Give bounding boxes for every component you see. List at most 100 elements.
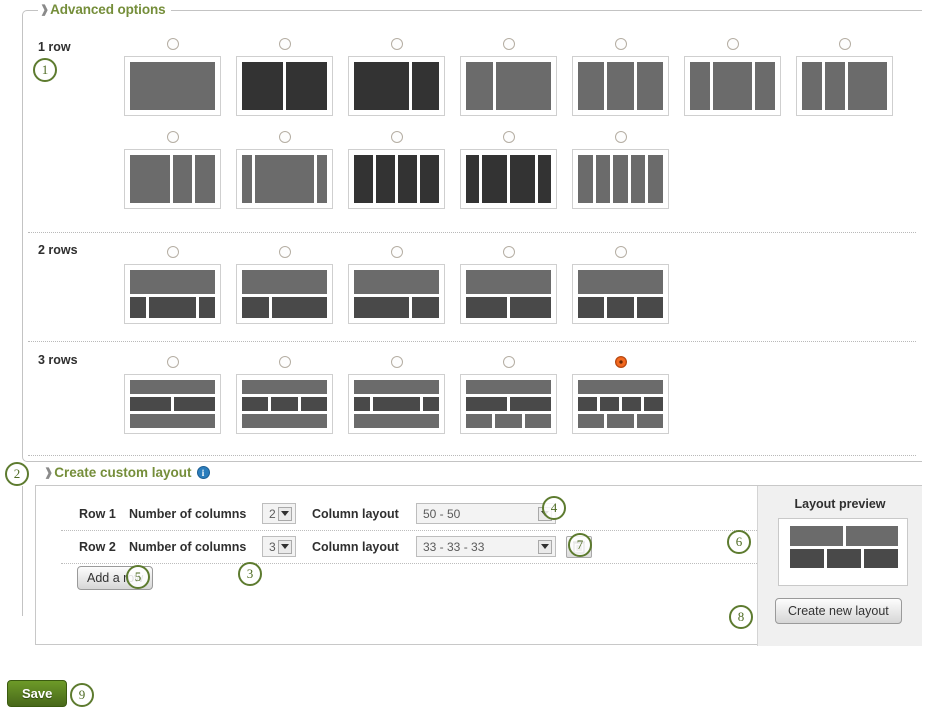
layout-option[interactable] bbox=[236, 246, 333, 324]
layout-radio[interactable] bbox=[167, 131, 179, 143]
layout-option[interactable] bbox=[236, 131, 333, 209]
custom-layout-row: Row 2Number of columnsColumn layout333 -… bbox=[61, 533, 761, 564]
layout-radio[interactable] bbox=[615, 246, 627, 258]
layout-radio[interactable] bbox=[503, 131, 515, 143]
section-divider bbox=[28, 341, 916, 342]
layout-option[interactable] bbox=[124, 246, 221, 324]
thumbnail-cell bbox=[466, 397, 507, 411]
number-of-columns-value: 2 bbox=[269, 507, 276, 521]
layout-thumbnail[interactable] bbox=[124, 149, 221, 209]
layout-radio[interactable] bbox=[167, 356, 179, 368]
layout-option[interactable] bbox=[796, 38, 893, 116]
number-of-columns-select[interactable]: 2 bbox=[262, 503, 296, 524]
layout-group-label: 2 rows bbox=[38, 243, 78, 257]
layout-option[interactable] bbox=[460, 356, 557, 434]
layout-option[interactable] bbox=[124, 131, 221, 209]
layout-option[interactable] bbox=[684, 38, 781, 116]
chevron-down-icon[interactable] bbox=[278, 540, 292, 554]
layout-thumbnail[interactable] bbox=[236, 56, 333, 116]
chevron-down-icon[interactable] bbox=[538, 540, 552, 554]
column-layout-select[interactable]: 50 - 50 bbox=[416, 503, 556, 524]
layout-radio[interactable] bbox=[503, 38, 515, 50]
layout-option[interactable] bbox=[572, 38, 669, 116]
create-new-layout-button[interactable]: Create new layout bbox=[775, 598, 902, 624]
layout-thumbnail[interactable] bbox=[124, 56, 221, 116]
thumbnail-cell bbox=[242, 380, 327, 394]
layout-option[interactable] bbox=[460, 131, 557, 209]
thumbnail-cell bbox=[690, 62, 710, 110]
thumbnail-row bbox=[130, 155, 215, 203]
layout-thumbnail[interactable] bbox=[460, 149, 557, 209]
layout-radio[interactable] bbox=[391, 356, 403, 368]
layout-radio[interactable] bbox=[615, 131, 627, 143]
layout-radio[interactable] bbox=[279, 131, 291, 143]
layout-option[interactable] bbox=[572, 131, 669, 209]
layout-radio[interactable] bbox=[279, 356, 291, 368]
layout-thumbnail[interactable] bbox=[348, 149, 445, 209]
layout-thumbnail[interactable] bbox=[572, 374, 669, 434]
layout-radio[interactable] bbox=[839, 38, 851, 50]
layout-radio[interactable] bbox=[167, 246, 179, 258]
layout-option[interactable] bbox=[124, 356, 221, 434]
column-layout-select[interactable]: 33 - 33 - 33 bbox=[416, 536, 556, 557]
thumbnail-cell bbox=[802, 62, 822, 110]
custom-layout-box: Row 1Number of columnsColumn layout250 -… bbox=[35, 485, 922, 645]
layout-thumbnail[interactable] bbox=[124, 264, 221, 324]
layout-radio[interactable] bbox=[391, 38, 403, 50]
layout-radio-selected[interactable] bbox=[615, 356, 627, 368]
layout-thumbnail[interactable] bbox=[460, 264, 557, 324]
layout-radio[interactable] bbox=[503, 246, 515, 258]
layout-radio[interactable] bbox=[391, 246, 403, 258]
layout-option[interactable] bbox=[348, 246, 445, 324]
layout-thumbnail[interactable] bbox=[684, 56, 781, 116]
thumbnail-cell bbox=[578, 62, 604, 110]
layout-radio[interactable] bbox=[391, 131, 403, 143]
layout-thumbnail[interactable] bbox=[348, 56, 445, 116]
layout-thumbnail[interactable] bbox=[348, 264, 445, 324]
layout-radio[interactable] bbox=[503, 356, 515, 368]
chevron-down-icon[interactable] bbox=[278, 507, 292, 521]
layout-option[interactable] bbox=[460, 38, 557, 116]
layout-radio[interactable] bbox=[167, 38, 179, 50]
layout-thumbnail[interactable] bbox=[236, 374, 333, 434]
number-of-columns-select[interactable]: 3 bbox=[262, 536, 296, 557]
layout-thumbnail[interactable] bbox=[348, 374, 445, 434]
thumbnail-row bbox=[242, 397, 327, 411]
layout-radio[interactable] bbox=[279, 246, 291, 258]
thumbnail-cell bbox=[637, 62, 663, 110]
thumbnail-row bbox=[354, 270, 439, 294]
row-separator bbox=[61, 563, 761, 564]
layout-thumbnail[interactable] bbox=[790, 526, 898, 580]
create-custom-layout-legend[interactable]: ❱Create custom layouti bbox=[44, 465, 210, 480]
info-icon[interactable]: i bbox=[197, 466, 210, 479]
layout-thumbnail[interactable] bbox=[124, 374, 221, 434]
layout-thumbnail[interactable] bbox=[236, 264, 333, 324]
layout-option[interactable] bbox=[572, 246, 669, 324]
layout-thumbnail[interactable] bbox=[796, 56, 893, 116]
layout-radio[interactable] bbox=[727, 38, 739, 50]
layout-thumbnail[interactable] bbox=[460, 374, 557, 434]
layout-option[interactable] bbox=[236, 38, 333, 116]
layout-option[interactable] bbox=[348, 131, 445, 209]
layout-option[interactable] bbox=[572, 356, 669, 434]
thumbnail-cell bbox=[495, 414, 521, 428]
layout-option[interactable] bbox=[236, 356, 333, 434]
thumbnail-row bbox=[130, 62, 215, 110]
layout-option[interactable] bbox=[348, 38, 445, 116]
advanced-options-legend[interactable]: ❱Advanced options bbox=[38, 2, 171, 17]
thumbnail-cell bbox=[130, 397, 171, 411]
thumbnail-row bbox=[578, 297, 663, 318]
save-button[interactable]: Save bbox=[7, 680, 67, 707]
thumbnail-cell bbox=[482, 155, 507, 203]
layout-radio[interactable] bbox=[279, 38, 291, 50]
section-connector-line bbox=[22, 486, 23, 616]
layout-thumbnail[interactable] bbox=[572, 149, 669, 209]
layout-thumbnail[interactable] bbox=[460, 56, 557, 116]
layout-thumbnail[interactable] bbox=[236, 149, 333, 209]
layout-thumbnail[interactable] bbox=[572, 264, 669, 324]
layout-thumbnail[interactable] bbox=[572, 56, 669, 116]
layout-option[interactable] bbox=[460, 246, 557, 324]
layout-option[interactable] bbox=[348, 356, 445, 434]
layout-radio[interactable] bbox=[615, 38, 627, 50]
layout-option[interactable] bbox=[124, 38, 221, 116]
